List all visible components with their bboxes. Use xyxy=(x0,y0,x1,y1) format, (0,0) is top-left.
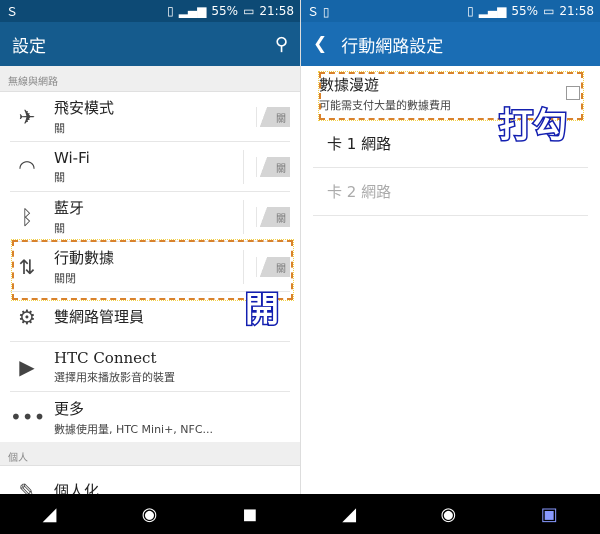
item-label: 更多 xyxy=(54,399,85,418)
back-nav-icon[interactable]: ◢ xyxy=(43,504,57,525)
app-bar: 設定 ⚲ xyxy=(0,22,300,66)
battery-icon: ▭ xyxy=(543,4,555,18)
page-title: 行動網路設定 xyxy=(341,36,444,57)
vibrate-icon: ▯ xyxy=(167,4,174,18)
item-label: 藍牙 xyxy=(54,199,85,217)
more-icon: ••• xyxy=(10,405,46,429)
wifi-icon: ◠ xyxy=(18,154,36,179)
personalize-icon: ✎ xyxy=(18,478,36,495)
mobile-network-panel: Ｓ ▯ ▯ ▂▄▆ 55% ▭ 21:58 ❮ 行動網路設定 數據漫遊 可能需支付大量的數… xyxy=(300,0,600,494)
item-label: 飛安模式 xyxy=(54,99,115,117)
sim-gear-icon: ⚙ xyxy=(18,304,36,329)
back-nav-icon[interactable]: ◢ xyxy=(342,504,356,525)
signal-icon: ▂▄▆ xyxy=(478,4,507,18)
setting-sim2-network[interactable]: 卡 2 網路 xyxy=(313,168,588,216)
battery-level: 55% xyxy=(211,4,239,18)
notification-icon: Ｓ ▯ xyxy=(307,4,330,19)
item-label: 個人化 xyxy=(54,482,100,494)
bluetooth-icon: ᛒ xyxy=(21,204,33,229)
setting-bluetooth[interactable]: ᛒ 藍牙關關 xyxy=(10,192,290,242)
toggle-switch[interactable]: 關 xyxy=(256,106,290,127)
notification-icon: Ｓ xyxy=(6,4,19,19)
signal-icon: ▂▄▆ xyxy=(178,4,207,18)
section-header-personal: 個人 xyxy=(0,442,300,466)
item-sub: 選擇用來播放影音的裝置 xyxy=(54,370,175,384)
setting-personalize[interactable]: ✎ 個人化 xyxy=(10,466,290,495)
search-icon[interactable]: ⚲ xyxy=(275,34,288,55)
clock: 21:58 xyxy=(559,4,594,18)
item-label: Wi-Fi xyxy=(54,148,90,167)
back-icon[interactable]: ❮ xyxy=(313,34,327,54)
annotation-open: 開 xyxy=(244,289,281,332)
toggle-switch[interactable]: 關 xyxy=(256,206,290,227)
home-nav-icon[interactable]: ◉ xyxy=(142,504,158,525)
setting-airplane-mode[interactable]: ✈ 飛安模式關關 xyxy=(10,92,290,142)
status-bar: Ｓ ▯ ▯ ▂▄▆ 55% ▭ 21:58 xyxy=(301,0,600,22)
page-title: 設定 xyxy=(12,36,46,57)
section-header-wireless: 無線與網路 xyxy=(0,66,300,92)
item-sub: 數據使用量, HTC Mini+, NFC... xyxy=(54,422,214,436)
app-bar: ❮ 行動網路設定 xyxy=(301,22,600,66)
nav-bar-left: ◢ ◉ ◼ xyxy=(0,494,300,534)
clock: 21:58 xyxy=(259,4,294,18)
item-sub: 關 xyxy=(54,170,65,184)
item-sub: 關 xyxy=(54,222,65,235)
recents-nav-icon[interactable]: ▣ xyxy=(541,504,558,525)
airplane-icon: ✈ xyxy=(18,104,36,129)
item-label: 卡 1 網路 xyxy=(327,135,392,153)
status-bar: Ｓ ▯ ▂▄▆ 55% ▭ 21:58 xyxy=(0,0,300,22)
annotation-check: 打勾 xyxy=(498,105,569,148)
htc-connect-icon: ▶ xyxy=(19,354,35,379)
settings-panel: Ｓ ▯ ▂▄▆ 55% ▭ 21:58 設定 ⚲ 無線與網路 ✈ 飛安模式關關 ◠ Wi-F… xyxy=(0,0,300,494)
item-label: 卡 2 網路 xyxy=(327,183,392,201)
toggle-switch[interactable]: 關 xyxy=(256,156,290,177)
home-nav-icon[interactable]: ◉ xyxy=(441,504,457,525)
battery-icon: ▭ xyxy=(243,4,255,18)
setting-htc-connect[interactable]: ▶ HTC Connect 選擇用來播放影音的裝置 xyxy=(10,342,290,392)
item-sub: 關 xyxy=(54,122,65,135)
setting-more[interactable]: ••• 更多數據使用量, HTC Mini+, NFC... xyxy=(10,392,290,442)
item-label: HTC Connect xyxy=(54,348,157,367)
nav-bar-right: ◢ ◉ ▣ xyxy=(300,494,600,534)
setting-wifi[interactable]: ◠ Wi-Fi 關關 xyxy=(10,142,290,192)
vibrate-icon: ▯ xyxy=(467,4,474,18)
recents-nav-icon[interactable]: ◼ xyxy=(242,504,257,525)
battery-level: 55% xyxy=(511,4,539,18)
